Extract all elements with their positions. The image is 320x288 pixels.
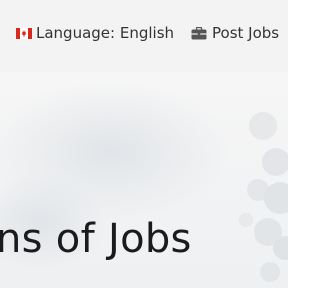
language-selector[interactable]: Language: English (16, 23, 174, 43)
hero-banner: ns of Jobs (0, 72, 288, 288)
briefcase-icon (191, 26, 207, 39)
top-bar: Language: English Post Jobs (0, 0, 288, 72)
language-label: Language: English (36, 24, 175, 42)
post-jobs-label: Post Jobs (212, 24, 280, 42)
page: Language: English Post Jobs ns of Jobs (0, 0, 288, 288)
hero-heading: ns of Jobs (0, 216, 192, 262)
canada-flag-icon (16, 27, 32, 39)
post-jobs-link[interactable]: Post Jobs (191, 23, 279, 43)
